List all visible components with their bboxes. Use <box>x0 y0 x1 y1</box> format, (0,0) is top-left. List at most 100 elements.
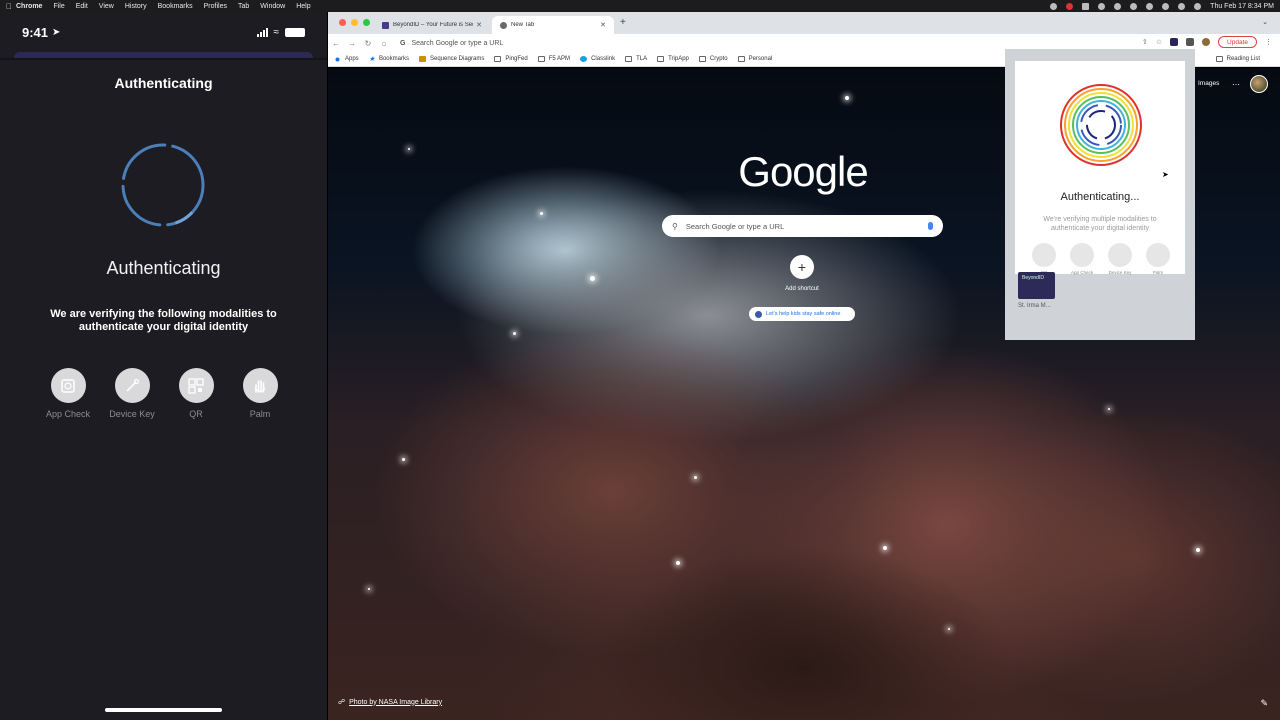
menu-history[interactable]: History <box>125 3 147 10</box>
bookmark-sequence-diagrams[interactable]: Sequence Diagrams <box>418 56 485 62</box>
star-sparkle <box>676 561 680 565</box>
star-sparkle <box>883 546 887 550</box>
menu-view[interactable]: View <box>99 3 114 10</box>
phone-status-bar: 9:41 ➤ ≈ <box>0 12 327 52</box>
modality-label: QR <box>189 409 203 419</box>
apple-menu-icon[interactable]:  <box>6 2 16 11</box>
ext-modality-label: Device Key <box>1108 270 1132 275</box>
chrome-favicon-icon <box>500 21 507 29</box>
status-record-icon[interactable] <box>1050 2 1058 10</box>
palm-icon <box>1146 243 1170 267</box>
star-sparkle <box>948 628 950 630</box>
menu-file[interactable]: File <box>53 3 64 10</box>
share-icon[interactable]: ⇧ <box>1142 38 1148 46</box>
modality-app-check: App Check <box>36 368 100 419</box>
bookmark-apps[interactable]: Apps <box>334 55 359 63</box>
phone-clock: 9:41 <box>22 24 49 40</box>
bookmark-label: TripApp <box>668 56 689 62</box>
star-sparkle <box>513 332 516 335</box>
status-cloud-icon[interactable] <box>1098 2 1106 10</box>
loading-spinner-icon <box>121 143 205 227</box>
bookmark-star-icon[interactable]: ☆ <box>1156 38 1162 46</box>
bookmark-bookmarks[interactable]: ★ Bookmarks <box>369 55 409 63</box>
status-sync-icon[interactable] <box>1130 2 1138 10</box>
reading-list-button[interactable]: Reading List <box>1215 56 1260 62</box>
menu-tab[interactable]: Tab <box>238 3 249 10</box>
photo-credit-link[interactable]: Photo by NASA Image Library <box>349 699 442 706</box>
profile-avatar-icon[interactable] <box>1202 38 1211 46</box>
menu-app-name[interactable]: Chrome <box>16 3 42 10</box>
menu-bookmarks[interactable]: Bookmarks <box>158 3 193 10</box>
status-bluetooth-icon[interactable] <box>1146 2 1154 10</box>
new-tab-button[interactable]: + <box>620 17 626 28</box>
close-tab-icon[interactable]: ✕ <box>600 21 606 29</box>
tab-new-tab[interactable]: New Tab ✕ <box>492 16 614 34</box>
bookmark-tla[interactable]: TLA <box>625 56 647 62</box>
forward-button[interactable]: → <box>344 39 360 48</box>
tab-beyondid[interactable]: BeyondID – Your Future is Secure ✕ <box>374 16 490 34</box>
star-sparkle <box>1108 408 1110 410</box>
bookmark-label: Sequence Diagrams <box>429 56 485 62</box>
home-button[interactable]: ⌂ <box>376 39 392 48</box>
bookmark-f5-apm[interactable]: F5 APM <box>537 56 570 62</box>
bookmark-label: PingFed <box>505 56 528 62</box>
bookmark-personal[interactable]: Personal <box>737 56 773 62</box>
minimize-window-button[interactable] <box>351 19 358 26</box>
bookmark-label: Personal <box>748 56 773 62</box>
promo-icon <box>755 310 762 318</box>
menu-datetime[interactable]: Thu Feb 17 8:34 PM <box>1210 3 1274 10</box>
status-app-icon[interactable] <box>1066 2 1074 10</box>
bookmark-label: Apps <box>345 56 359 62</box>
bookmark-tripapp[interactable]: TripApp <box>657 56 689 62</box>
add-shortcut-button[interactable]: + <box>790 255 814 279</box>
close-tab-icon[interactable]: ✕ <box>476 21 482 29</box>
reload-button[interactable]: ↻ <box>360 39 376 48</box>
account-avatar[interactable] <box>1250 75 1268 93</box>
modality-list: App Check Device Key QR Palm <box>36 368 292 419</box>
star-sparkle <box>845 96 849 100</box>
customize-pencil-icon[interactable]: ✎ <box>1260 698 1268 709</box>
status-battery-icon[interactable] <box>1082 2 1090 10</box>
status-dropbox-icon[interactable] <box>1114 2 1122 10</box>
tab-title: New Tab <box>511 22 535 28</box>
cellular-signal-icon <box>256 27 268 37</box>
bookmark-classlink[interactable]: Classlink <box>580 56 615 62</box>
bookmark-label: Crypto <box>709 56 728 62</box>
microphone-icon[interactable] <box>928 222 933 230</box>
chrome-menu-icon[interactable]: ⋮ <box>1265 38 1272 46</box>
status-control-center-icon[interactable] <box>1194 2 1202 10</box>
menu-profiles[interactable]: Profiles <box>204 3 227 10</box>
ntp-search-box[interactable]: ⚲ Search Google or type a URL <box>662 215 943 237</box>
close-window-button[interactable] <box>339 19 346 26</box>
menu-edit[interactable]: Edit <box>76 3 88 10</box>
google-g-icon: G <box>400 39 406 47</box>
beyondid-favicon-icon <box>382 21 389 29</box>
zoom-window-button[interactable] <box>363 19 370 26</box>
ntp-promo-link[interactable]: Let's help kids stay safe online <box>749 307 855 321</box>
status-wifi-icon[interactable] <box>1162 2 1170 10</box>
bookmark-label: TLA <box>636 56 648 62</box>
back-button[interactable]: ← <box>328 39 344 48</box>
bookmark-pingfed[interactable]: PingFed <box>494 56 528 62</box>
beyondid-extension-icon[interactable] <box>1170 38 1179 46</box>
folder-icon <box>737 56 745 62</box>
battery-icon <box>285 27 305 37</box>
rainbow-spinner-icon <box>1060 84 1142 166</box>
beyondid-tile[interactable]: BeyondID <box>1018 272 1055 299</box>
qr-icon <box>178 368 214 403</box>
google-apps-icon[interactable]: ⋯ <box>1232 80 1240 89</box>
toolbar-right-group: ⇧ ☆ Update ⋮ <box>1142 36 1272 48</box>
menu-window[interactable]: Window <box>260 3 285 10</box>
omnibox[interactable]: G Search Google or type a URL <box>400 36 1120 50</box>
images-link[interactable]: Images <box>1198 80 1219 87</box>
link-icon: ☍ <box>338 699 346 706</box>
bookmark-crypto[interactable]: Crypto <box>698 56 728 62</box>
reading-list-label: Reading List <box>1226 56 1260 62</box>
home-indicator[interactable] <box>105 708 222 712</box>
update-button[interactable]: Update <box>1218 36 1257 48</box>
extensions-puzzle-icon[interactable] <box>1186 38 1195 46</box>
search-icon: ⚲ <box>672 221 678 231</box>
tab-search-icon[interactable]: ⌄ <box>1262 18 1268 26</box>
menu-help[interactable]: Help <box>296 3 310 10</box>
status-search-icon[interactable] <box>1178 2 1186 10</box>
